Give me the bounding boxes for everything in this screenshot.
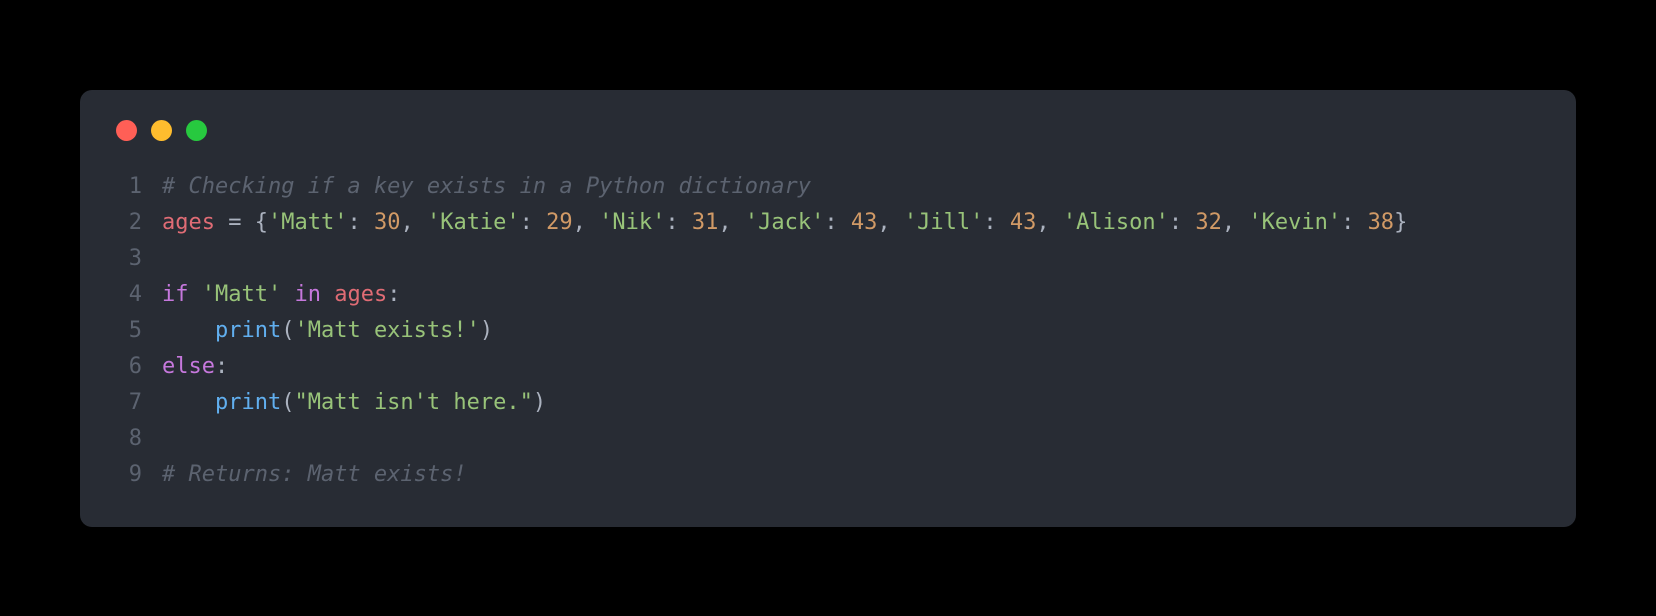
window-traffic-lights bbox=[116, 120, 1546, 141]
code-token: 43 bbox=[851, 210, 878, 235]
line-number: 9 bbox=[110, 457, 142, 493]
code-token: : bbox=[665, 210, 692, 235]
code-source bbox=[142, 421, 175, 457]
line-number: 1 bbox=[110, 169, 142, 205]
code-token: 'Jill' bbox=[904, 210, 983, 235]
code-token: 'Matt exists!' bbox=[294, 318, 479, 343]
code-token: print bbox=[215, 390, 281, 415]
code-token: 38 bbox=[1368, 210, 1395, 235]
code-line: 5 print('Matt exists!') bbox=[110, 313, 1546, 349]
code-line: 7 print("Matt isn't here.") bbox=[110, 385, 1546, 421]
line-number: 3 bbox=[110, 241, 142, 277]
code-token: 31 bbox=[692, 210, 719, 235]
code-source: print("Matt isn't here.") bbox=[142, 385, 546, 421]
code-source: # Checking if a key exists in a Python d… bbox=[142, 169, 811, 205]
code-line: 1 # Checking if a key exists in a Python … bbox=[110, 169, 1546, 205]
line-number: 2 bbox=[110, 205, 142, 241]
code-token: 'Alison' bbox=[1063, 210, 1169, 235]
code-token: ( bbox=[281, 390, 294, 415]
code-token: : bbox=[1341, 210, 1368, 235]
code-token: 32 bbox=[1195, 210, 1222, 235]
code-token: 'Matt' bbox=[202, 282, 281, 307]
code-token: 'Nik' bbox=[599, 210, 665, 235]
code-token: , bbox=[877, 210, 904, 235]
code-source: ages = {'Matt': 30, 'Katie': 29, 'Nik': … bbox=[142, 205, 1407, 241]
line-number: 6 bbox=[110, 349, 142, 385]
code-token: 29 bbox=[546, 210, 573, 235]
code-token: : bbox=[387, 282, 400, 307]
code-source bbox=[142, 241, 175, 277]
code-token: ages bbox=[334, 282, 387, 307]
code-line: 9 # Returns: Matt exists! bbox=[110, 457, 1546, 493]
code-line: 8 bbox=[110, 421, 1546, 457]
code-line: 2ages = {'Matt': 30, 'Katie': 29, 'Nik':… bbox=[110, 205, 1546, 241]
code-token: 43 bbox=[1010, 210, 1037, 235]
code-token: ( bbox=[281, 318, 294, 343]
code-token: ) bbox=[533, 390, 546, 415]
code-token bbox=[281, 282, 294, 307]
code-token: , bbox=[400, 210, 427, 235]
code-block: 1 # Checking if a key exists in a Python … bbox=[110, 169, 1546, 493]
code-token: 'Katie' bbox=[427, 210, 520, 235]
code-line: 4if 'Matt' in ages: bbox=[110, 277, 1546, 313]
code-token: , bbox=[718, 210, 745, 235]
code-token: 'Matt' bbox=[268, 210, 347, 235]
code-token: : bbox=[983, 210, 1010, 235]
code-token: ) bbox=[480, 318, 493, 343]
code-token: , bbox=[1036, 210, 1063, 235]
code-token: : bbox=[347, 210, 374, 235]
code-token: "Matt isn't here." bbox=[294, 390, 532, 415]
code-token: 30 bbox=[374, 210, 401, 235]
code-token bbox=[321, 282, 334, 307]
code-token: # Checking if a key exists in a Python d… bbox=[162, 174, 811, 199]
code-token: 'Kevin' bbox=[1248, 210, 1341, 235]
code-token: : bbox=[824, 210, 851, 235]
code-token bbox=[162, 318, 215, 343]
code-token: else bbox=[162, 354, 215, 379]
code-token bbox=[189, 282, 202, 307]
code-token: 'Jack' bbox=[745, 210, 824, 235]
code-token bbox=[162, 390, 215, 415]
line-number: 8 bbox=[110, 421, 142, 457]
code-token: = { bbox=[215, 210, 268, 235]
code-token: : bbox=[215, 354, 228, 379]
line-number: 7 bbox=[110, 385, 142, 421]
code-source: # Returns: Matt exists! bbox=[142, 457, 467, 493]
maximize-icon[interactable] bbox=[186, 120, 207, 141]
line-number: 4 bbox=[110, 277, 142, 313]
code-token: # Returns: Matt exists! bbox=[162, 462, 467, 487]
code-token: if bbox=[162, 282, 189, 307]
code-token: : bbox=[1169, 210, 1196, 235]
code-window: 1 # Checking if a key exists in a Python … bbox=[80, 90, 1576, 527]
code-token: } bbox=[1394, 210, 1407, 235]
code-token: , bbox=[1222, 210, 1249, 235]
minimize-icon[interactable] bbox=[151, 120, 172, 141]
code-line: 6else: bbox=[110, 349, 1546, 385]
code-token: , bbox=[573, 210, 600, 235]
code-token: ages bbox=[162, 210, 215, 235]
close-icon[interactable] bbox=[116, 120, 137, 141]
code-source: print('Matt exists!') bbox=[142, 313, 493, 349]
code-token: in bbox=[294, 282, 321, 307]
code-line: 3 bbox=[110, 241, 1546, 277]
line-number: 5 bbox=[110, 313, 142, 349]
code-token: : bbox=[520, 210, 547, 235]
code-token: print bbox=[215, 318, 281, 343]
code-source: else: bbox=[142, 349, 228, 385]
code-source: if 'Matt' in ages: bbox=[142, 277, 400, 313]
